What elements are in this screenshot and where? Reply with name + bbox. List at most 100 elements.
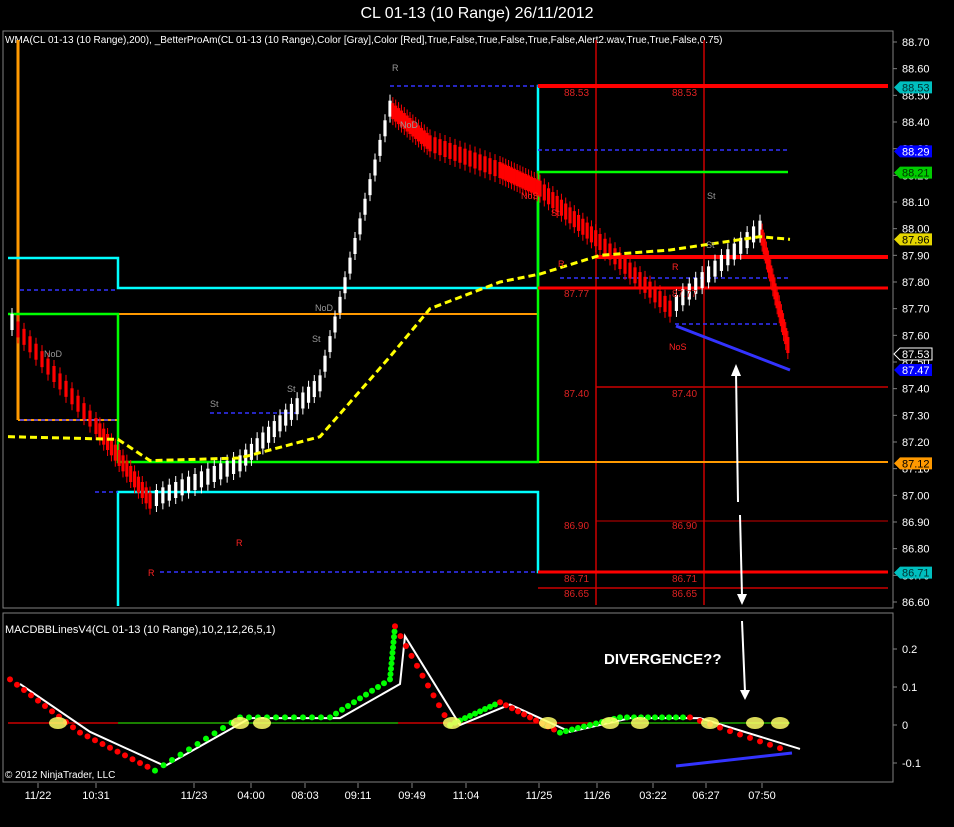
x-tick-label: 10:31 [82,790,110,802]
macd-dot [527,714,533,721]
candle-body [518,171,522,188]
x-tick-label: 11/26 [584,790,611,802]
x-tick-label: 11/23 [181,790,208,802]
chart-canvas[interactable]: WMA(CL 01-13 (10 Range),200), _BetterPro… [0,0,954,827]
y-tick-label: 86.80 [902,544,930,556]
macd-dot [389,649,396,656]
cross-highlight [701,717,719,729]
candle-body [46,358,50,375]
candle-body [498,162,502,178]
macd-dot [99,741,106,747]
level-label: 88.53 [672,88,697,99]
macd-dot [369,687,375,694]
candle-body [478,154,482,171]
macd-dot [28,692,34,699]
candle-body [328,336,332,353]
pattern-marker: St [551,208,560,218]
candle-body [643,276,647,293]
candle-body [713,260,717,277]
candle-body [34,343,38,360]
candle-body [425,132,429,149]
cross-highlight [631,717,649,729]
macd-dot [388,660,395,667]
candle-body [589,226,594,243]
macd-dot [509,705,515,712]
copyright-text: © 2012 NinjaTrader, LLC [5,770,115,781]
candle-body [249,443,254,460]
macd-dot [419,672,426,679]
candle-body [167,484,171,501]
macd-dot [617,714,623,721]
cyan-range-line [116,490,888,606]
macd-dot [333,710,339,717]
macd-dot [521,711,527,718]
candle-body [568,207,572,224]
candle-body [501,163,505,180]
candle-body [488,158,492,175]
macd-dot [652,714,658,721]
candle-body [572,211,576,228]
candle-body [125,460,129,477]
candle-body [751,226,756,243]
macd-dot [363,691,369,698]
x-tick-label: 09:11 [345,790,372,802]
level-label: 86.90 [564,521,589,532]
macd-dot [533,717,539,724]
macd-dot [680,714,686,721]
candle-body [603,238,607,255]
x-tick-label: 06:27 [692,790,720,802]
candle-body [129,466,133,482]
cross-highlight [443,717,461,729]
price-tag-label: 87.96 [902,234,930,246]
macd-dot [375,684,381,690]
candle-body [98,423,102,440]
candle-body [658,291,662,308]
macd-dot [84,733,91,740]
macd-dot [186,746,192,753]
macd-dot [137,760,143,766]
candle-body [559,199,564,216]
macd-dot [777,745,783,752]
candle-body [154,490,159,506]
macd-dot [387,671,394,678]
macd-dot [767,741,773,748]
macd-dot [388,665,394,672]
macd-indicator-label: MACDBBLinesV4(CL 01-13 (10 Range),10,2,1… [5,624,275,636]
macd-dot [144,763,151,770]
candle-body [266,426,271,443]
price-y-axis: 88.7088.6088.5088.4088.3088.2088.1088.00… [893,37,930,609]
macd-layer [7,623,801,774]
x-tick-label: 11:04 [453,790,480,802]
candle-body [88,410,92,427]
candle-body [422,130,426,147]
candle-body [509,167,514,184]
candle-body [719,254,724,271]
candle-body [394,105,398,122]
y-tick-label: 87.70 [902,304,930,316]
macd-dot [327,714,333,721]
macd-dot [351,699,357,706]
macd-dot [21,687,27,694]
candle-body [383,120,387,137]
pattern-marker: St [707,191,716,201]
candle-body [295,398,299,415]
candle-body [524,174,528,190]
macd-dot [747,734,753,741]
up-arrow-line [735,371,739,503]
candle-body [363,198,367,215]
candle-body [117,450,121,466]
macd-dot [397,633,404,640]
candle-body [52,366,56,382]
x-tick-label: 03:22 [639,790,667,802]
candle-body [318,375,322,392]
pattern-marker: NoD [315,303,334,313]
macd-dot [300,714,306,721]
x-tick-label: 11/25 [526,790,553,802]
macd-dot [757,738,763,745]
macd-dot [392,623,398,630]
candle-body [506,166,511,182]
macd-dot [593,720,599,727]
macd-dot [122,752,128,759]
macd-dot [666,714,672,721]
level-label: 87.40 [564,389,589,400]
